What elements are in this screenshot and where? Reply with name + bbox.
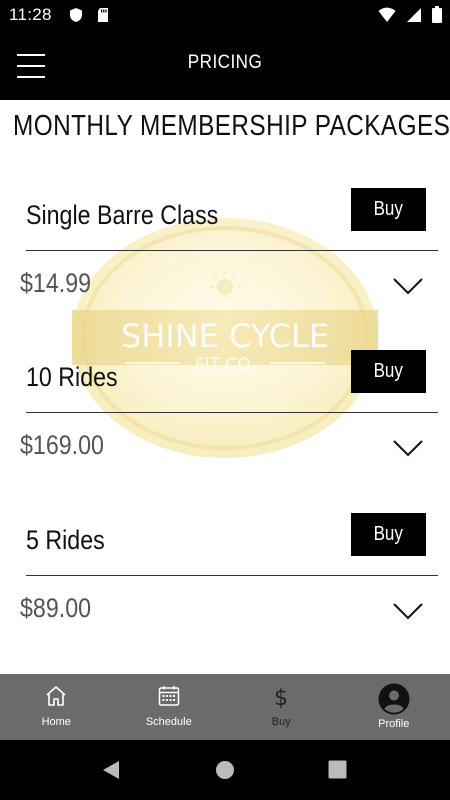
package-name: Single Barre Class [26,200,219,230]
package-item: Single Barre Class Buy $14.99 [0,188,450,328]
chevron-down-icon[interactable] [392,439,424,457]
home-circle-icon[interactable] [215,760,235,780]
buy-button[interactable]: Buy [351,188,426,231]
signal-icon [407,7,421,22]
app-header: PRICING [0,32,450,100]
bottom-nav: Home Schedule $ Buy Profile [0,674,450,740]
status-time: 11:28 [9,5,52,24]
divider [26,250,438,251]
home-icon [46,686,66,706]
package-price: $14.99 [20,268,92,298]
package-name: 10 Rides [26,362,118,392]
nav-label: Home [41,716,71,728]
status-bar: 11:28 [0,0,450,32]
back-icon[interactable] [101,760,121,780]
divider [26,412,438,413]
package-name: 5 Rides [26,525,105,555]
divider [26,575,438,576]
svg-text:$: $ [274,686,288,710]
header-title: PRICING [187,52,263,73]
chevron-down-icon[interactable] [392,277,424,295]
system-nav-bar [0,740,450,800]
nav-schedule[interactable]: Schedule [113,674,226,740]
shield-icon [70,8,82,22]
nav-label: Schedule [145,716,192,728]
profile-icon [378,683,410,715]
nav-label: Profile [378,718,410,730]
calendar-icon [158,686,179,706]
buy-button[interactable]: Buy [351,350,426,393]
nav-label: Buy [271,716,291,728]
nav-home[interactable]: Home [0,674,113,740]
chevron-down-icon[interactable] [392,602,424,620]
package-item: 10 Rides Buy $169.00 [0,350,450,490]
sd-card-icon [98,8,108,22]
package-price: $89.00 [20,593,92,623]
nav-buy[interactable]: $ Buy [225,674,338,740]
wifi-icon [378,7,396,22]
recents-icon[interactable] [328,760,347,779]
buy-button[interactable]: Buy [351,513,426,556]
battery-icon [432,6,442,23]
page-title: MONTHLY MEMBERSHIP PACKAGES [13,110,450,142]
nav-profile[interactable]: Profile [338,674,450,740]
dollar-icon: $ [274,686,288,710]
package-item: 5 Rides Buy $89.00 [0,513,450,653]
package-price: $169.00 [20,430,104,460]
